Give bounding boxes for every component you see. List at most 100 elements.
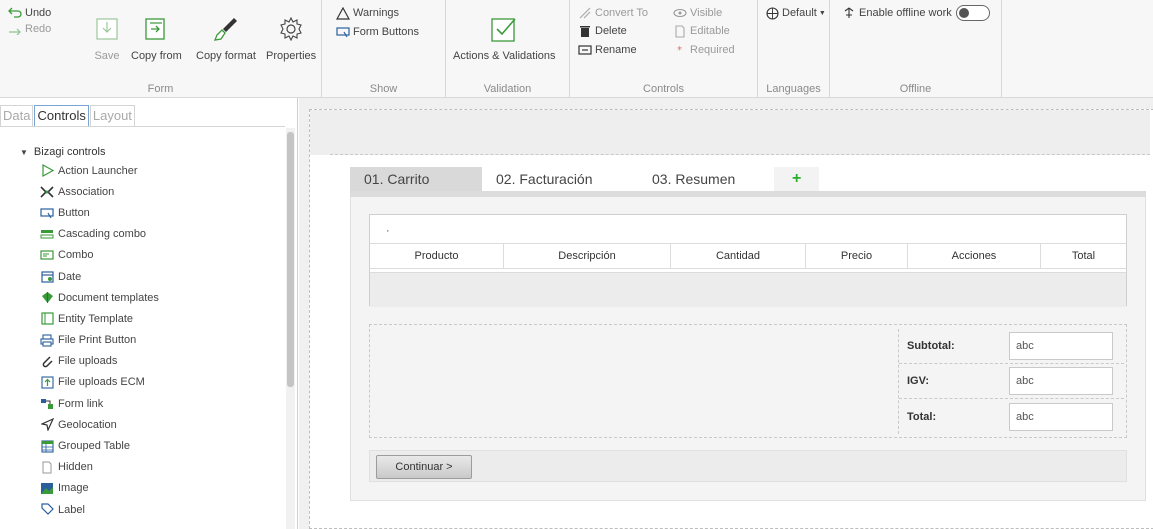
subtotal-label: Subtotal: — [907, 340, 955, 352]
column-header[interactable]: Cantidad — [671, 244, 806, 268]
column-header[interactable]: Acciones — [908, 244, 1041, 268]
globe-icon — [765, 6, 779, 20]
tree-item-label[interactable]: Label — [20, 499, 282, 520]
tree-item-file-print-button[interactable]: File Print Button — [20, 330, 282, 351]
subtotal-field[interactable]: abc — [1009, 332, 1113, 360]
rename-button[interactable]: Rename — [578, 42, 637, 58]
total-label: Total: — [907, 410, 937, 423]
properties-button[interactable]: Properties — [266, 14, 316, 62]
tree-item-label: Combo — [58, 249, 94, 262]
label-icon — [40, 503, 54, 517]
delete-button[interactable]: Delete — [578, 23, 627, 39]
form-canvas: 01. Carrito 02. Facturación 03. Resumen … — [299, 98, 1153, 529]
form-buttons-button[interactable]: Form Buttons — [336, 24, 419, 40]
scroll-thumb[interactable] — [287, 132, 294, 387]
tree-item-image[interactable]: Image — [20, 478, 282, 499]
ribbon-group-languages: Default ▼ Languages — [758, 0, 830, 98]
tree-item-label: Button — [58, 206, 90, 219]
column-header[interactable]: Producto — [370, 244, 504, 268]
controls-panel: Data Controls Layout ▼ Bizagi controls A… — [0, 98, 298, 529]
copy-from-button[interactable]: Copy from — [131, 14, 182, 62]
tab-layout[interactable]: Layout — [89, 105, 135, 127]
tree-item-combo[interactable]: Combo — [20, 245, 282, 266]
igv-label: IGV: — [907, 375, 930, 387]
grid-toolbar: · — [370, 215, 1126, 243]
total-field[interactable]: abc — [1009, 402, 1113, 431]
document-templates-icon — [40, 291, 54, 305]
tree-item-file-uploads[interactable]: File uploads — [20, 351, 282, 372]
undo-button[interactable]: Undo — [8, 5, 51, 21]
tab-carrito[interactable]: 01. Carrito — [350, 167, 482, 191]
tree-item-label: Geolocation — [58, 418, 117, 431]
ribbon: Undo Redo Save Copy from Copy format Pro… — [0, 0, 1153, 98]
save-button[interactable]: Save — [92, 14, 122, 62]
tree-item-hidden[interactable]: Hidden — [20, 457, 282, 478]
copy-format-button[interactable]: Copy format — [196, 14, 256, 62]
tab-facturacion[interactable]: 02. Facturación — [482, 167, 638, 191]
column-header[interactable]: Precio — [806, 244, 908, 268]
add-tab-button[interactable]: + — [774, 167, 820, 191]
button-icon — [40, 206, 54, 220]
tab-controls[interactable]: Controls — [34, 105, 89, 127]
panel-scrollbar[interactable] — [286, 128, 295, 529]
edit-icon — [673, 24, 687, 38]
actions-bar: Continuar > — [369, 450, 1127, 482]
column-header[interactable]: Descripción — [504, 244, 671, 268]
convert-to-button[interactable]: Convert To — [578, 5, 648, 21]
visible-button[interactable]: Visible — [673, 5, 722, 21]
igv-row: IGV: abc — [899, 364, 1124, 399]
tree-item-file-uploads-ecm[interactable]: File uploads ECM — [20, 372, 282, 393]
subtotal-row: Subtotal: abc — [899, 329, 1124, 364]
group-label-validation: Validation — [483, 83, 532, 95]
continue-button[interactable]: Continuar > — [376, 455, 472, 479]
tree-item-grouped-table[interactable]: Grouped Table — [20, 435, 282, 456]
checkbox-check-icon — [489, 14, 519, 44]
tree-item-label: Document templates — [58, 291, 159, 304]
toggle-switch[interactable] — [955, 5, 990, 21]
required-button[interactable]: * Required — [673, 42, 735, 58]
ribbon-group-show: Warnings Form Buttons Show — [322, 0, 446, 98]
panel-tabs: Data Controls Layout — [0, 105, 136, 127]
tree-item-association[interactable]: Association — [20, 181, 282, 202]
svg-text:*: * — [677, 45, 682, 55]
geolocation-icon — [40, 418, 54, 432]
warnings-button[interactable]: Warnings — [336, 5, 399, 21]
tree-item-date[interactable]: Date — [20, 266, 282, 287]
date-icon — [40, 270, 54, 284]
tab-resumen[interactable]: 03. Resumen — [638, 167, 774, 191]
group-label-form: Form — [147, 83, 174, 95]
paperclip-icon — [40, 354, 54, 368]
totals-section: Subtotal: abc IGV: abc Total: abc — [369, 324, 1127, 438]
column-header[interactable]: Total — [1041, 244, 1126, 268]
actions-validations-button[interactable]: Actions & Validations — [453, 14, 556, 62]
offline-toggle[interactable]: Enable offline work — [842, 5, 990, 21]
tree-item-label: File uploads ECM — [58, 376, 145, 389]
tree-item-label: Grouped Table — [58, 440, 130, 453]
tree-root-bizagi-controls[interactable]: ▼ Bizagi controls — [20, 144, 282, 160]
form-link-icon — [40, 397, 54, 411]
grid-header: Producto Descripción Cantidad Precio Acc… — [370, 243, 1126, 269]
tree-item-cascading-combo[interactable]: Cascading combo — [20, 224, 282, 245]
caret-down-icon: ▼ — [20, 147, 28, 157]
tree-item-action-launcher[interactable]: Action Launcher — [20, 160, 282, 181]
convert-icon — [578, 6, 592, 20]
editable-button[interactable]: Editable — [673, 23, 730, 39]
trash-icon — [578, 24, 592, 38]
tree-item-entity-template[interactable]: Entity Template — [20, 308, 282, 329]
group-label-show: Show — [369, 83, 398, 95]
entity-template-icon — [40, 312, 54, 326]
tab-data[interactable]: Data — [0, 105, 34, 127]
tree-item-form-link[interactable]: Form link — [20, 393, 282, 414]
controls-tree: ▼ Bizagi controls Action Launcher Associa… — [20, 144, 282, 520]
copy-from-icon — [141, 14, 171, 44]
redo-button[interactable]: Redo — [8, 21, 51, 37]
form-header-strip — [310, 110, 1150, 155]
tree-item-button[interactable]: Button — [20, 202, 282, 223]
language-dropdown[interactable]: Default ▼ — [765, 5, 826, 21]
tabs-divider — [0, 126, 285, 127]
paintbrush-icon — [211, 14, 241, 44]
igv-field[interactable]: abc — [1009, 367, 1113, 395]
tree-item-document-templates[interactable]: Document templates — [20, 287, 282, 308]
products-grid[interactable]: · Producto Descripción Cantidad Precio A… — [369, 214, 1127, 307]
tree-item-geolocation[interactable]: Geolocation — [20, 414, 282, 435]
